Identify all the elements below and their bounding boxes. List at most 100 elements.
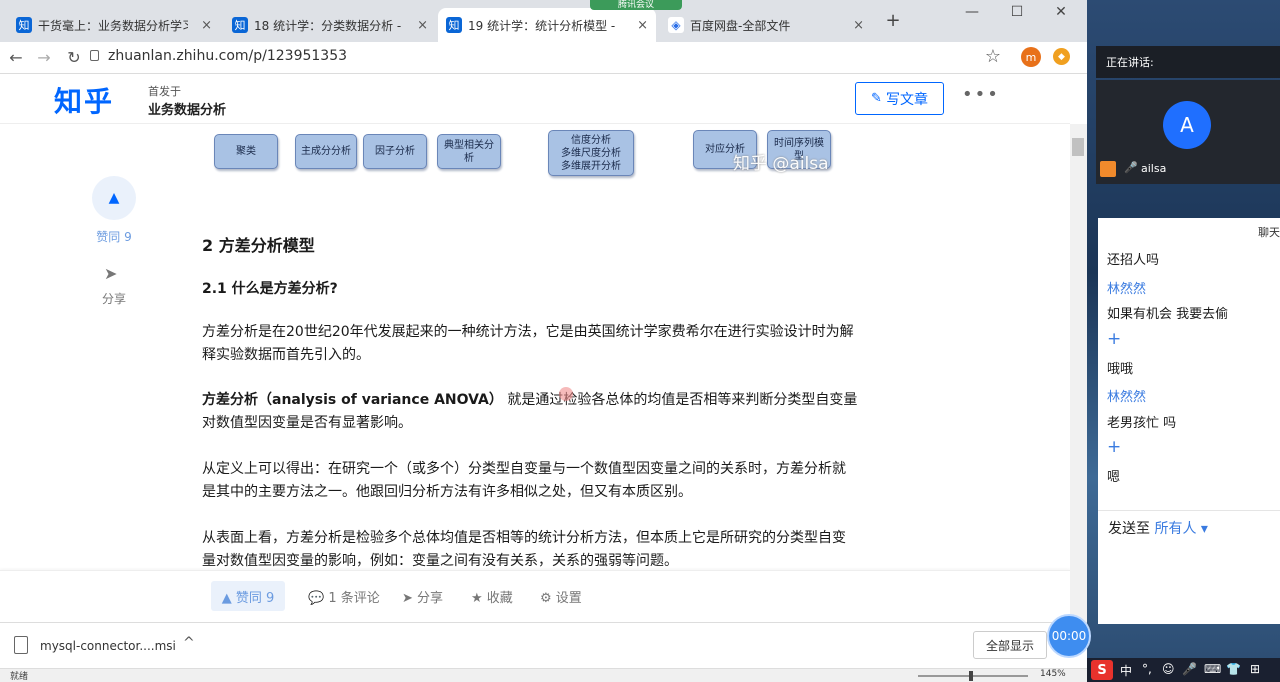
meeting-timer[interactable]: 00:00 (1047, 614, 1091, 658)
chat-message: 还招人吗 (1107, 253, 1160, 268)
lock-icon[interactable] (90, 50, 99, 61)
chat-message: 哦哦 (1107, 362, 1134, 377)
maximize-button[interactable]: ☐ (1002, 4, 1032, 20)
chat-message: 嗯 (1107, 470, 1121, 485)
section-heading: 2 方差分析模型 (202, 236, 315, 255)
article-content: 聚类 主成分分析 因子分析 典型相关分 析 信度分析 多维尺度分析 多维展开分析… (0, 124, 1070, 570)
speaking-label: 正在讲话: (1096, 46, 1280, 78)
send-to-selector[interactable]: 发送至 所有人 ▾ (1108, 518, 1208, 538)
zoom-slider[interactable] (918, 675, 1028, 677)
send-to-target[interactable]: 所有人 ▾ (1154, 521, 1207, 537)
keyboard-icon[interactable]: ⌨ (1204, 662, 1221, 676)
write-article-button[interactable]: ✎ 写文章 (855, 82, 944, 115)
chevron-up-icon[interactable]: ^ (183, 635, 195, 651)
new-tab-button[interactable]: + (878, 10, 908, 31)
bookmark-star-icon[interactable]: ☆ (983, 46, 1003, 67)
microphone-icon: 🎤 (1124, 161, 1138, 174)
diagram-box-reliability-mds: 信度分析 多维尺度分析 多维展开分析 (548, 130, 634, 176)
plus-icon[interactable]: + (1107, 329, 1121, 349)
page-scrollbar[interactable] (1070, 124, 1087, 622)
anova-term: 方差分析（analysis of variance ANOVA） (202, 392, 503, 408)
chat-sender-name[interactable]: 林然然 (1107, 278, 1146, 297)
favorite-button[interactable]: ★ 收藏 (471, 587, 513, 606)
tab-title: 19 统计学：统计分析模型 - 知 (468, 18, 618, 33)
chat-message: 老男孩忙 吗 (1107, 416, 1177, 431)
zhihu-favicon-icon: 知 (446, 17, 462, 33)
tab-title: 18 统计学：分类数据分析 - 知 (254, 18, 404, 33)
emoji-icon[interactable]: ☺ (1162, 662, 1175, 676)
edit-icon: ✎ (871, 91, 882, 106)
write-article-label: 写文章 (885, 91, 928, 108)
tab-4[interactable]: ◈ 百度网盘-全部文件 × (660, 8, 872, 42)
tab-2[interactable]: 知 18 统计学：分类数据分析 - 知 × (224, 8, 436, 42)
user-icon (1100, 161, 1116, 177)
status-bar: 就绪 145% (0, 668, 1087, 682)
ime-language-toggle[interactable]: 中 (1120, 662, 1132, 679)
scrollbar-thumb[interactable] (1072, 138, 1084, 156)
more-options-icon[interactable]: ••• (962, 84, 1000, 105)
installer-file-icon (14, 636, 28, 654)
diagram-box-canonical-correlation: 典型相关分 析 (437, 134, 501, 169)
plus-icon[interactable]: + (1107, 437, 1121, 457)
diagram-box-clustering: 聚类 (214, 134, 278, 169)
send-to-label: 发送至 (1108, 521, 1150, 537)
tab-3-active[interactable]: 知 19 统计学：统计分析模型 - 知 × (438, 8, 656, 42)
chat-message: 如果有机会 我要去偷 (1107, 307, 1229, 322)
minimize-button[interactable]: — (957, 4, 987, 20)
show-all-downloads-button[interactable]: 全部显示 (973, 631, 1047, 659)
upvote-button[interactable]: ▲ (92, 176, 136, 220)
settings-button[interactable]: ⚙ 设置 (540, 587, 582, 606)
diagram-box-pca: 主成分分析 (295, 134, 357, 169)
zhihu-logo[interactable]: 知乎 (54, 80, 114, 120)
zoom-slider-handle[interactable] (969, 671, 973, 681)
article-action-bar: ▲ 赞同 9 💬 1 条评论 ➤ 分享 ★ 收藏 ⚙ 设置 (0, 570, 1070, 622)
forward-button[interactable]: → (34, 48, 54, 67)
actionbar-upvote-button[interactable]: ▲ 赞同 9 (211, 581, 285, 611)
browser-window: 知 干货毫上：业务数据分析学习 × 知 18 统计学：分类数据分析 - 知 × … (0, 0, 1087, 682)
punctuation-icon[interactable]: °, (1142, 662, 1152, 676)
toolbox-icon[interactable]: ⊞ (1250, 662, 1260, 676)
status-text: 就绪 (10, 672, 29, 682)
zhihu-watermark: 知乎 @ailsa (733, 154, 829, 174)
tab-title: 百度网盘-全部文件 (690, 18, 791, 33)
reload-button[interactable]: ↻ (64, 48, 84, 67)
share-label[interactable]: 分享 (92, 290, 136, 307)
voice-input-icon[interactable]: 🎤 (1182, 662, 1197, 676)
share-button[interactable]: ➤ 分享 (402, 587, 443, 606)
download-filename[interactable]: mysql-connector....msi (40, 639, 176, 653)
zhihu-favicon-icon: 知 (16, 17, 32, 33)
close-tab-icon[interactable]: × (197, 18, 212, 33)
subsection-heading: 2.1 什么是方差分析? (202, 281, 338, 297)
speaker-name: ailsa (1141, 162, 1167, 175)
extension-icon[interactable]: ◆ (1053, 48, 1070, 65)
chat-sender-name[interactable]: 林然然 (1107, 386, 1146, 405)
zoom-level: 145% (1040, 669, 1066, 679)
tab-strip: 知 干货毫上：业务数据分析学习 × 知 18 统计学：分类数据分析 - 知 × … (0, 0, 1087, 42)
paragraph-4: 从表面上看，方差分析是检验多个总体均值是否相等的统计分析方法，但本质上它是所研究… (202, 530, 846, 569)
close-tab-icon[interactable]: × (849, 18, 864, 33)
paragraph-3: 从定义上可以得出：在研究一个（或多个）分类型自变量与一个数值型因变量之间的关系时… (202, 461, 846, 500)
address-bar: ← → ↻ zhuanlan.zhihu.com/p/123951353 ☆ m… (0, 42, 1087, 74)
chat-title: 聊天 (1258, 226, 1280, 239)
extension-m-icon[interactable]: m (1021, 47, 1041, 67)
close-tab-icon[interactable]: × (633, 18, 648, 33)
url-field[interactable]: zhuanlan.zhihu.com/p/123951353 (108, 48, 347, 64)
paragraph-2: 方差分析（analysis of variance ANOVA） 就是通过检验各… (202, 389, 858, 435)
publication-name[interactable]: 业务数据分析 (148, 99, 226, 118)
zhihu-favicon-icon: 知 (232, 17, 248, 33)
back-button[interactable]: ← (6, 48, 26, 67)
tab-1[interactable]: 知 干货毫上：业务数据分析学习 × (8, 8, 220, 42)
published-in-label: 首发于 (148, 85, 181, 98)
baidu-pan-favicon-icon: ◈ (668, 17, 684, 33)
meeting-indicator[interactable]: 腾讯会议 (590, 0, 682, 10)
tab-title: 干货毫上：业务数据分析学习 (38, 18, 188, 33)
sogou-ime-icon[interactable]: S (1091, 660, 1113, 680)
speaker-avatar: A (1163, 101, 1211, 149)
upvote-count[interactable]: 赞同 9 (92, 228, 136, 245)
chat-divider (1098, 510, 1280, 511)
close-tab-icon[interactable]: × (413, 18, 428, 33)
comments-button[interactable]: 💬 1 条评论 (308, 587, 380, 606)
close-window-button[interactable]: ✕ (1046, 4, 1076, 20)
skin-icon[interactable]: 👕 (1226, 662, 1241, 676)
share-icon[interactable]: ➤ (104, 264, 117, 283)
